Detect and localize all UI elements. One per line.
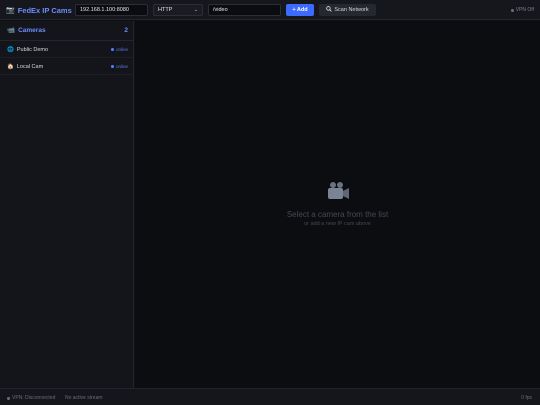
- house-icon: 🏠: [7, 63, 14, 70]
- camera-item-name: 🏠 Local Cam: [7, 64, 43, 70]
- path-input-value: /video: [213, 7, 228, 13]
- fps-counter: 0 fps: [521, 395, 532, 401]
- add-camera-button-label: + Add: [292, 7, 308, 13]
- camera-sidebar: 📹 Cameras 2 🌐 Public Demo online 🏠 Local…: [0, 21, 134, 388]
- top-toolbar: 📷 FedEx IP Cams 192.168.1.100:8080 HTTP …: [0, 0, 540, 20]
- sidebar-divider: [0, 40, 134, 41]
- host-input-value: 192.168.1.100:8080: [80, 7, 129, 13]
- app-brand: 📷 FedEx IP Cams: [6, 4, 72, 16]
- camera-status-badge: online: [111, 47, 128, 52]
- globe-icon: 🌐: [7, 46, 14, 53]
- camera-item-label: Local Cam: [16, 63, 44, 70]
- app-window: 📷 FedEx IP Cams 192.168.1.100:8080 HTTP …: [0, 0, 540, 405]
- app-title: FedEx IP Cams: [17, 5, 72, 15]
- vpn-toggle[interactable]: VPN Off: [510, 6, 534, 14]
- camera-item-label: Public Demo: [16, 46, 49, 53]
- status-dot: [111, 65, 114, 68]
- camera-status-label: online: [115, 47, 128, 52]
- sidebar-title-label: Cameras: [18, 26, 46, 34]
- video-viewer: Select a camera from the list or add a n…: [135, 21, 540, 388]
- stream-status: No active stream: [65, 395, 103, 401]
- scan-network-button[interactable]: Scan Network: [319, 4, 376, 16]
- status-dot: [111, 48, 114, 51]
- protocol-select-value: HTTP: [158, 7, 173, 13]
- add-camera-button[interactable]: + Add: [286, 4, 314, 16]
- video-camera-icon: [326, 181, 350, 206]
- camera-count-badge: 2: [124, 26, 128, 34]
- path-input[interactable]: /video: [208, 4, 281, 16]
- chevron-down-icon: ⌄: [193, 7, 198, 13]
- vpn-status-label: VPN: Disconnected: [12, 395, 56, 401]
- sidebar-header: 📹 Cameras 2: [0, 21, 134, 39]
- empty-state: Select a camera from the list or add a n…: [135, 181, 540, 227]
- vpn-status: VPN: Disconnected: [7, 395, 55, 401]
- video-camera-icon: 📹: [7, 27, 16, 34]
- vpn-status-dot: [7, 396, 10, 400]
- status-bar: VPN: Disconnected No active stream 0 fps: [0, 388, 540, 405]
- scan-network-button-label: Scan Network: [334, 7, 369, 13]
- camera-item-local-cam[interactable]: 🏠 Local Cam online: [0, 59, 134, 75]
- camera-status-badge: online: [111, 64, 128, 69]
- search-icon: [326, 6, 333, 14]
- sidebar-title: 📹 Cameras: [7, 26, 46, 35]
- camera-icon: 📷: [6, 7, 15, 14]
- camera-status-label: online: [115, 64, 128, 69]
- vpn-toggle-label: VPN Off: [515, 7, 534, 13]
- host-input[interactable]: 192.168.1.100:8080: [75, 4, 148, 16]
- empty-state-subtitle: or add a new IP cam above: [304, 221, 371, 227]
- protocol-select[interactable]: HTTP ⌄: [153, 4, 203, 16]
- empty-state-title: Select a camera from the list: [286, 210, 389, 219]
- camera-item-public-demo[interactable]: 🌐 Public Demo online: [0, 42, 134, 58]
- vpn-status-dot: [510, 8, 514, 12]
- camera-item-name: 🌐 Public Demo: [7, 47, 48, 53]
